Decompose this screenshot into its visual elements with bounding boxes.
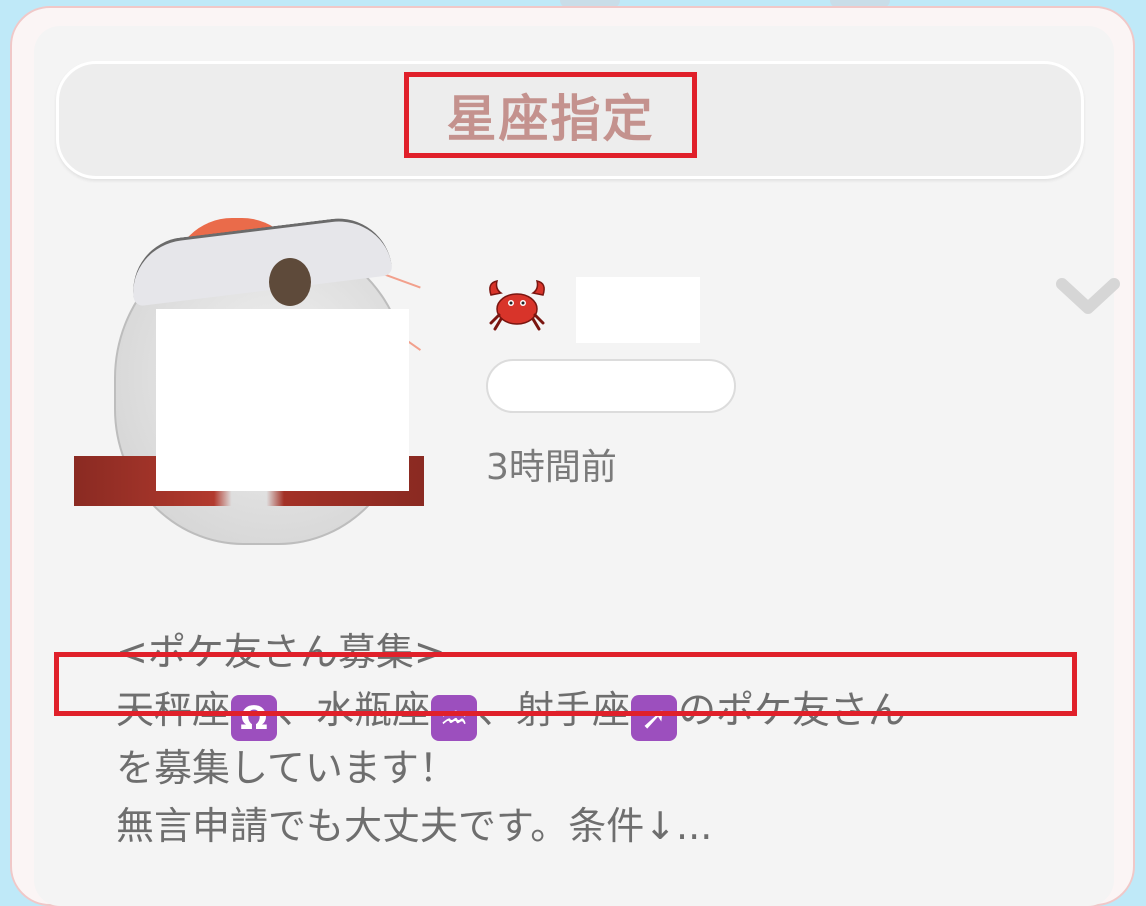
title-highlight-box: 星座指定: [404, 72, 697, 158]
post-panel: 星座指定 3時間前 <ポケ友さん募集> 天秤座 Ω 、水瓶座 ♒ 、射手座 ➚ …: [34, 26, 1120, 906]
chevron-down-icon[interactable]: [1054, 272, 1122, 320]
avatar-eye: [269, 258, 311, 306]
zodiac-highlight-box: [54, 652, 1077, 716]
pill-redaction: [536, 369, 692, 403]
post-line-3: を募集しています！: [116, 746, 457, 790]
status-pill: [486, 359, 736, 413]
avatar-redaction: [156, 309, 409, 491]
post-line-4: 無言申請でも大丈夫です。条件↓...: [116, 804, 713, 848]
post-card[interactable]: 星座指定 3時間前 <ポケ友さん募集> 天秤座 Ω 、水瓶座 ♒ 、射手座 ➚ …: [10, 6, 1135, 906]
crab-icon: [483, 276, 551, 334]
avatar[interactable]: [74, 206, 424, 576]
page-title: 星座指定: [446, 90, 655, 148]
username-redaction: [576, 277, 700, 343]
post-timestamp: 3時間前: [486, 447, 617, 488]
